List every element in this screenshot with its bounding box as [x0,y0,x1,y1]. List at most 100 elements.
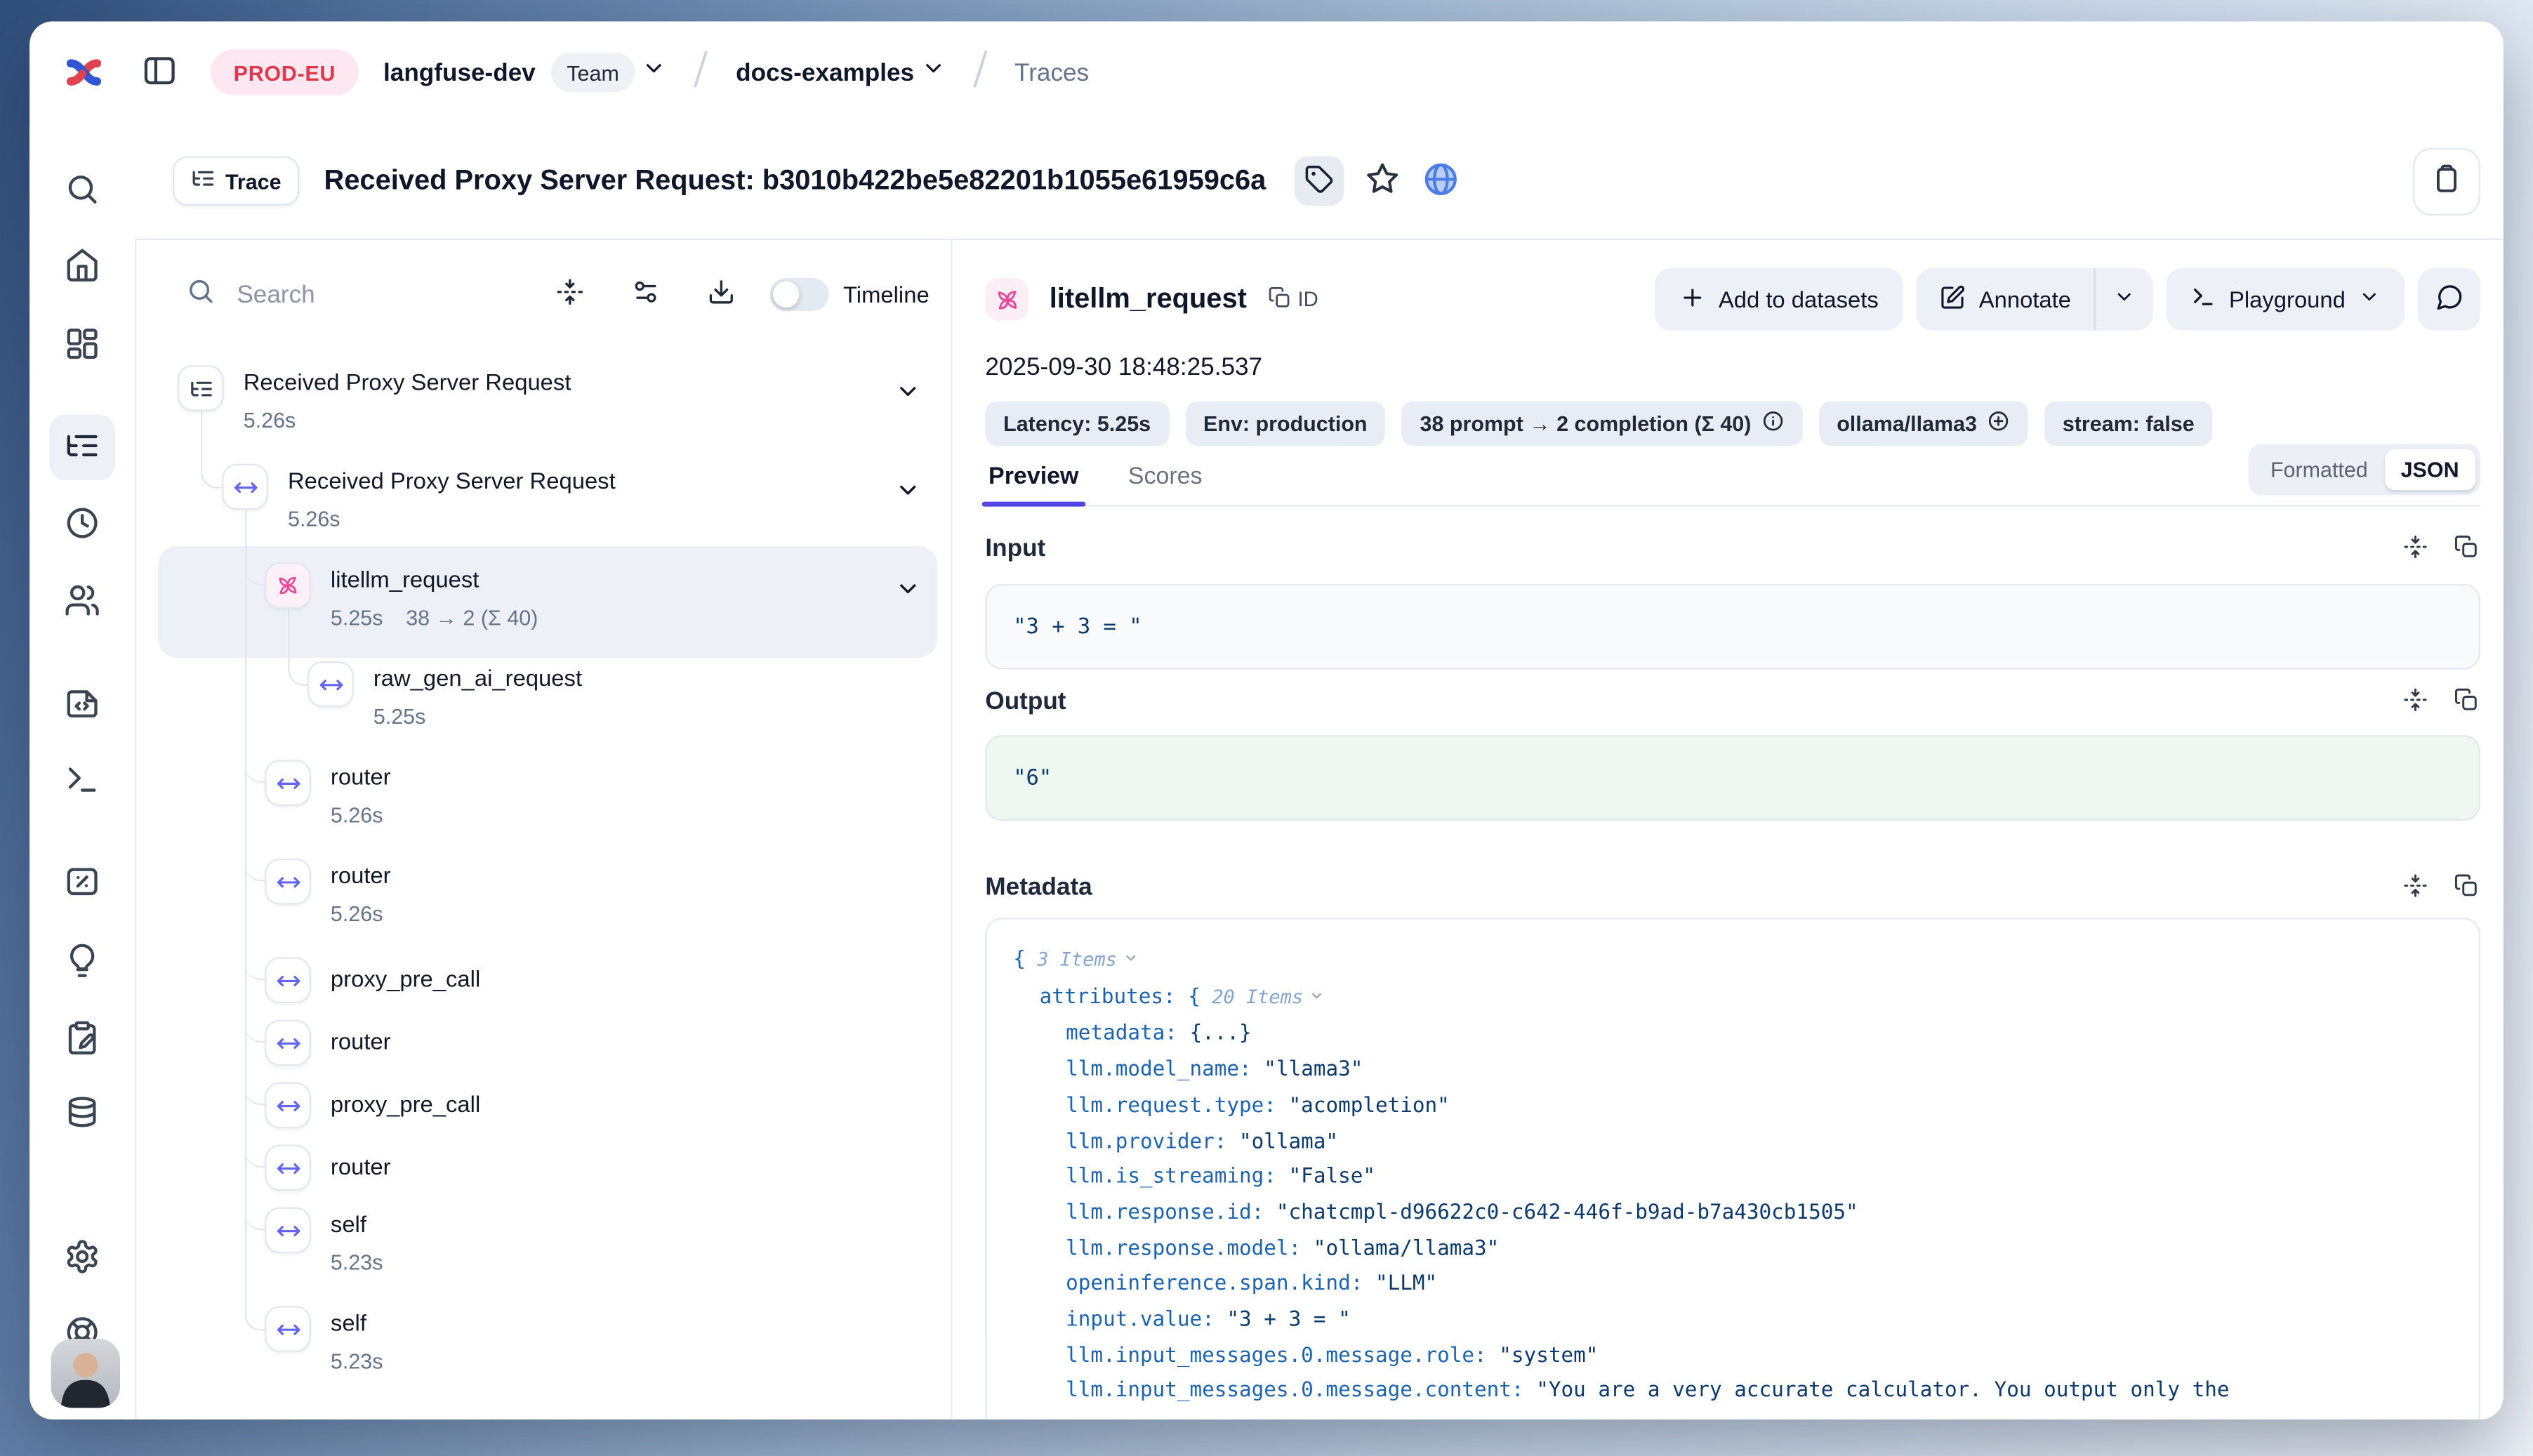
rail-item-insights[interactable] [49,929,115,995]
gear-icon [64,1238,100,1279]
rail-item-dashboards[interactable] [49,312,115,378]
rail-item-evaluation[interactable] [49,850,115,916]
generation-icon [985,278,1028,321]
delete-trace-button[interactable] [2413,147,2480,215]
tree-node-subline: 5.25s38 → 2 (Σ 40) [331,605,538,630]
format-option-formatted[interactable]: Formatted [2254,449,2385,491]
span-type-icon [265,958,311,1004]
json-line: llm.input_messages.0.message.role: "syst… [1013,1337,2452,1372]
project-name[interactable]: docs-examples [736,58,914,86]
tree-node-label[interactable]: router [331,1028,391,1054]
plus-icon [1679,284,1705,315]
database-icon [64,1094,100,1136]
tree-node-label[interactable]: self [331,1309,366,1335]
rail-item-playground[interactable] [49,748,115,814]
collapse-input-button[interactable] [2402,534,2430,562]
details-tabs: Preview Scores Formatted JSON [985,464,2480,507]
metric-badge: 38 prompt → 2 completion (Σ 40) [1402,402,1802,446]
rail-item-sessions[interactable] [49,492,115,558]
tab-scores[interactable]: Scores [1125,464,1205,505]
breadcrumb-section[interactable]: Traces [1014,58,1089,86]
bookmark-star-button[interactable] [1361,159,1404,202]
rail-item-prompts[interactable] [49,671,115,737]
tree-node-label[interactable]: router [331,763,391,789]
list-tree-icon [64,427,100,468]
trace-type-badge: Trace [173,157,299,206]
annotate-button-group: Annotate [1917,268,2154,331]
json-collapse-chevron[interactable] [1309,983,1324,1007]
rail-item-users[interactable] [49,569,115,635]
annotate-dropdown-button[interactable] [2096,268,2153,331]
input-label: Input [985,534,1045,562]
fold-vertical-icon [2403,534,2428,563]
tree-node-collapse-chevron[interactable] [893,576,922,605]
copy-metadata-button[interactable] [2452,873,2480,901]
observation-header: litellm_request ID Add to datasets Annot… [985,268,2480,331]
collapse-metadata-button[interactable] [2402,873,2430,901]
copy-icon [1268,285,1291,313]
dashboard-icon [64,325,100,366]
rail-item-search[interactable] [49,158,115,224]
playground-button[interactable]: Playground [2167,268,2405,331]
output-value-box: "6" [985,735,2480,821]
side-rail [29,124,135,1419]
trace-badge-label: Trace [225,168,282,193]
rail-item-settings[interactable] [49,1225,115,1291]
tree-node-label[interactable]: Received Proxy Server Request [244,369,571,395]
project-switcher-chevron-icon[interactable] [920,56,945,89]
org-logo [62,49,109,95]
tab-preview[interactable]: Preview [985,464,1082,505]
tag-button[interactable] [1294,157,1343,206]
rail-item-annotation[interactable] [49,1007,115,1073]
json-line: llm.request.type: "acompletion" [1013,1087,2452,1123]
circle-plus-icon[interactable] [1987,409,2010,437]
user-avatar[interactable] [51,1339,120,1408]
rail-item-home[interactable] [49,234,115,300]
input-value: "3 + 3 = " [1013,614,1142,639]
globe-icon [1422,160,1459,201]
tree-connector [245,1026,265,1043]
tree-node-subline: 5.25s [373,704,426,729]
org-name[interactable]: langfuse-dev [383,58,536,86]
generation-type-icon [265,562,311,609]
metadata-section-header: Metadata [985,873,2480,901]
comment-button[interactable] [2418,268,2480,331]
terminal-icon [64,761,100,802]
chevron-down-icon [2359,286,2380,312]
copy-id-button[interactable]: ID [1268,285,1318,313]
span-type-icon [178,365,224,411]
json-line: llm.is_streaming: "False" [1013,1158,2452,1194]
annotate-button[interactable]: Annotate [1917,268,2094,331]
breadcrumb-divider [967,45,993,99]
copy-input-button[interactable] [2452,534,2480,562]
rail-item-datasets[interactable] [49,1083,115,1149]
org-switcher-chevron-icon[interactable] [642,56,667,89]
public-share-button[interactable] [1419,159,1462,202]
tree-node-collapse-chevron[interactable] [893,378,922,408]
node-duration: 5.26s [288,507,340,531]
tree-node-label[interactable]: router [331,1153,391,1179]
collapse-output-button[interactable] [2402,687,2430,715]
add-to-datasets-button[interactable]: Add to datasets [1654,268,1903,331]
tree-node-label[interactable]: proxy_pre_call [331,965,480,991]
tree-node-label[interactable]: Received Proxy Server Request [288,467,616,493]
tree-node-label[interactable]: raw_gen_ai_request [373,665,582,691]
format-option-json[interactable]: JSON [2384,449,2475,491]
json-collapse-chevron[interactable] [1123,946,1138,970]
info-icon [1761,409,1784,437]
tree-connector [245,1151,265,1167]
tree-node-label[interactable]: self [331,1210,366,1236]
search-icon [64,170,100,211]
tree-node-label[interactable]: litellm_request [331,566,479,592]
tree-connector [245,1089,265,1105]
tree-node-label[interactable]: router [331,862,391,888]
trace-title: Received Proxy Server Request: b3010b422… [324,164,1266,197]
metadata-label: Metadata [985,873,1092,901]
copy-output-button[interactable] [2452,687,2480,715]
tree-node-label[interactable]: proxy_pre_call [331,1090,480,1116]
rail-item-traces[interactable] [49,414,115,480]
tree-node-subline: 5.26s [244,408,296,432]
app-window: PROD-EU langfuse-dev Team docs-examples … [29,21,2504,1419]
tree-node-collapse-chevron[interactable] [893,477,922,506]
sidebar-toggle-button[interactable] [135,48,184,97]
